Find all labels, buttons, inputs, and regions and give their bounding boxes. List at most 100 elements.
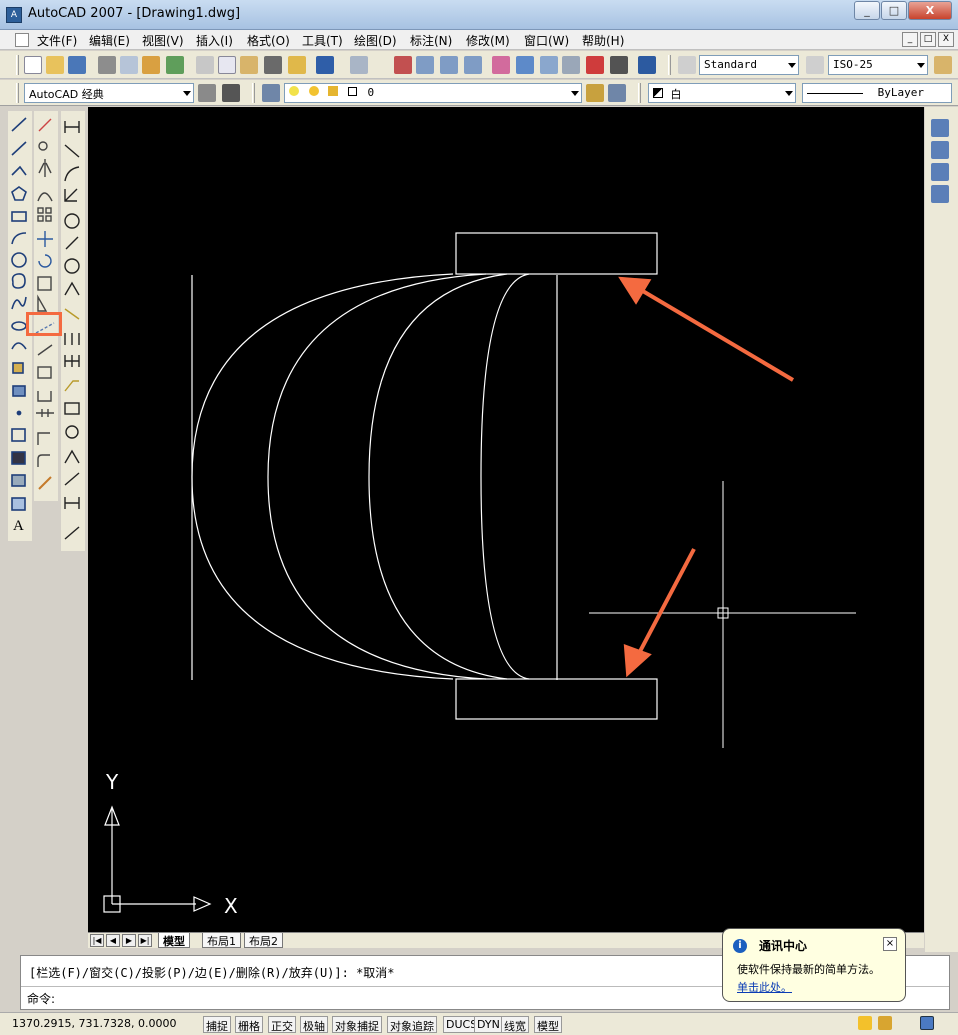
zoom-window-icon[interactable] [440,56,458,74]
toolbar-grip[interactable] [668,55,671,75]
point-icon[interactable] [16,410,22,416]
move-icon[interactable] [37,231,53,247]
plot-preview-icon[interactable] [120,56,138,74]
spline-icon[interactable] [11,296,27,310]
construction-line-icon[interactable] [11,141,27,156]
polar-toggle[interactable]: 极轴 [300,1016,328,1033]
ordinate-icon[interactable] [64,188,78,202]
table-style-icon[interactable] [934,56,952,74]
layer-previous-icon[interactable] [608,84,626,102]
text-style-select[interactable]: Standard [699,55,799,75]
jogged-icon[interactable] [65,236,79,250]
save-icon[interactable] [68,56,86,74]
table-icon[interactable] [11,497,26,511]
balloon-close-button[interactable]: × [883,937,897,951]
maximize-button[interactable]: □ [881,1,907,20]
text-style-icon[interactable] [678,56,696,74]
drawing-svg[interactable]: Y X [88,107,924,932]
otrack-toggle[interactable]: 对象追踪 [387,1016,437,1033]
baseline-icon[interactable] [64,333,80,345]
block-editor-icon[interactable] [288,56,306,74]
grid-toggle[interactable]: 栅格 [235,1016,263,1033]
array-icon[interactable] [37,207,44,214]
menu-format[interactable]: 格式(O) [247,32,290,49]
toolbar-grip[interactable] [252,83,255,103]
arc-length-icon[interactable] [64,166,80,182]
center-mark-icon[interactable] [65,425,79,439]
tool-palettes-icon[interactable] [540,56,558,74]
mirror-icon[interactable] [38,159,52,177]
close-button[interactable]: X [908,1,952,20]
dimension-update-icon[interactable] [64,497,80,509]
bottom-rectangle[interactable] [455,678,658,720]
markup-icon[interactable] [586,56,604,74]
third-arc[interactable] [368,273,508,680]
layer-select[interactable]: 0 [284,83,582,103]
etransmit-icon[interactable] [166,56,184,74]
continue-icon[interactable] [64,355,80,367]
dim-style-icon[interactable] [806,56,824,74]
second-arc[interactable] [267,273,487,680]
dimension-edit-icon[interactable] [64,449,80,464]
snap-toggle[interactable]: 捕捉 [203,1016,231,1033]
paste-icon[interactable] [240,56,258,74]
ellipse-icon[interactable] [11,321,27,331]
radius-icon[interactable] [64,213,80,229]
menu-tools[interactable]: 工具(T) [302,32,343,49]
scale-icon[interactable] [37,276,52,291]
polygon-icon[interactable] [11,186,27,201]
top-rectangle[interactable] [455,232,658,275]
menu-insert[interactable]: 插入(I) [196,32,233,49]
diameter-icon[interactable] [64,258,80,274]
workspace-select[interactable]: AutoCAD 经典 [24,83,194,103]
first-tab-button[interactable]: |◀ [90,934,104,947]
open-icon[interactable] [46,56,64,74]
zoom-realtime-icon[interactable] [416,56,434,74]
properties-icon[interactable] [492,56,510,74]
copy-object-icon[interactable] [38,141,48,151]
model-toggle[interactable]: 模型 [534,1016,562,1033]
layer-manager-icon[interactable] [262,84,280,102]
cut-icon[interactable] [196,56,214,74]
clean-screen-icon[interactable] [920,1016,934,1030]
draw-order-front-icon[interactable] [931,119,949,137]
send-under-icon[interactable] [931,185,949,203]
autocad-app-icon[interactable]: A [6,7,22,23]
tab-model[interactable]: 模型 [158,933,190,948]
arc-icon[interactable] [11,232,27,245]
ellipse-arc-icon[interactable] [11,342,27,350]
revision-cloud-icon[interactable] [11,273,26,289]
next-tab-button[interactable]: ▶ [122,934,136,947]
rotate-icon[interactable] [38,254,52,268]
fillet-icon[interactable] [37,454,50,467]
minimize-button[interactable]: _ [854,1,880,20]
join-icon[interactable] [36,409,54,417]
draw-order-back-icon[interactable] [931,141,949,159]
doc-minimize-button[interactable]: _ [902,32,918,47]
circle-icon[interactable] [11,252,27,268]
toolbar-grip[interactable] [16,55,19,75]
toolbar-grip[interactable] [638,83,641,103]
line-icon[interactable] [11,117,27,132]
explode-icon[interactable] [38,476,52,490]
break-at-point-icon[interactable] [37,366,52,379]
chamfer-icon[interactable] [37,432,50,445]
hatch-icon[interactable] [11,428,26,442]
undo-icon[interactable] [316,56,334,74]
menu-modify[interactable]: 修改(M) [466,32,510,49]
last-tab-button[interactable]: ▶| [138,934,152,947]
inner-arc[interactable] [480,273,530,680]
polyline-icon[interactable] [11,165,27,176]
erase-icon[interactable] [38,118,52,132]
prev-tab-button[interactable]: ◀ [106,934,120,947]
extend-icon[interactable] [37,344,53,356]
tolerance-icon[interactable] [64,402,80,415]
menu-view[interactable]: 视图(V) [142,32,184,49]
stretch-icon[interactable] [37,294,48,312]
warning-icon[interactable] [858,1016,872,1030]
sheet-set-icon[interactable] [562,56,580,74]
document-icon[interactable] [15,33,29,47]
calculator-icon[interactable] [610,56,628,74]
gradient-icon[interactable] [11,451,26,465]
doc-close-button[interactable]: X [938,32,954,47]
